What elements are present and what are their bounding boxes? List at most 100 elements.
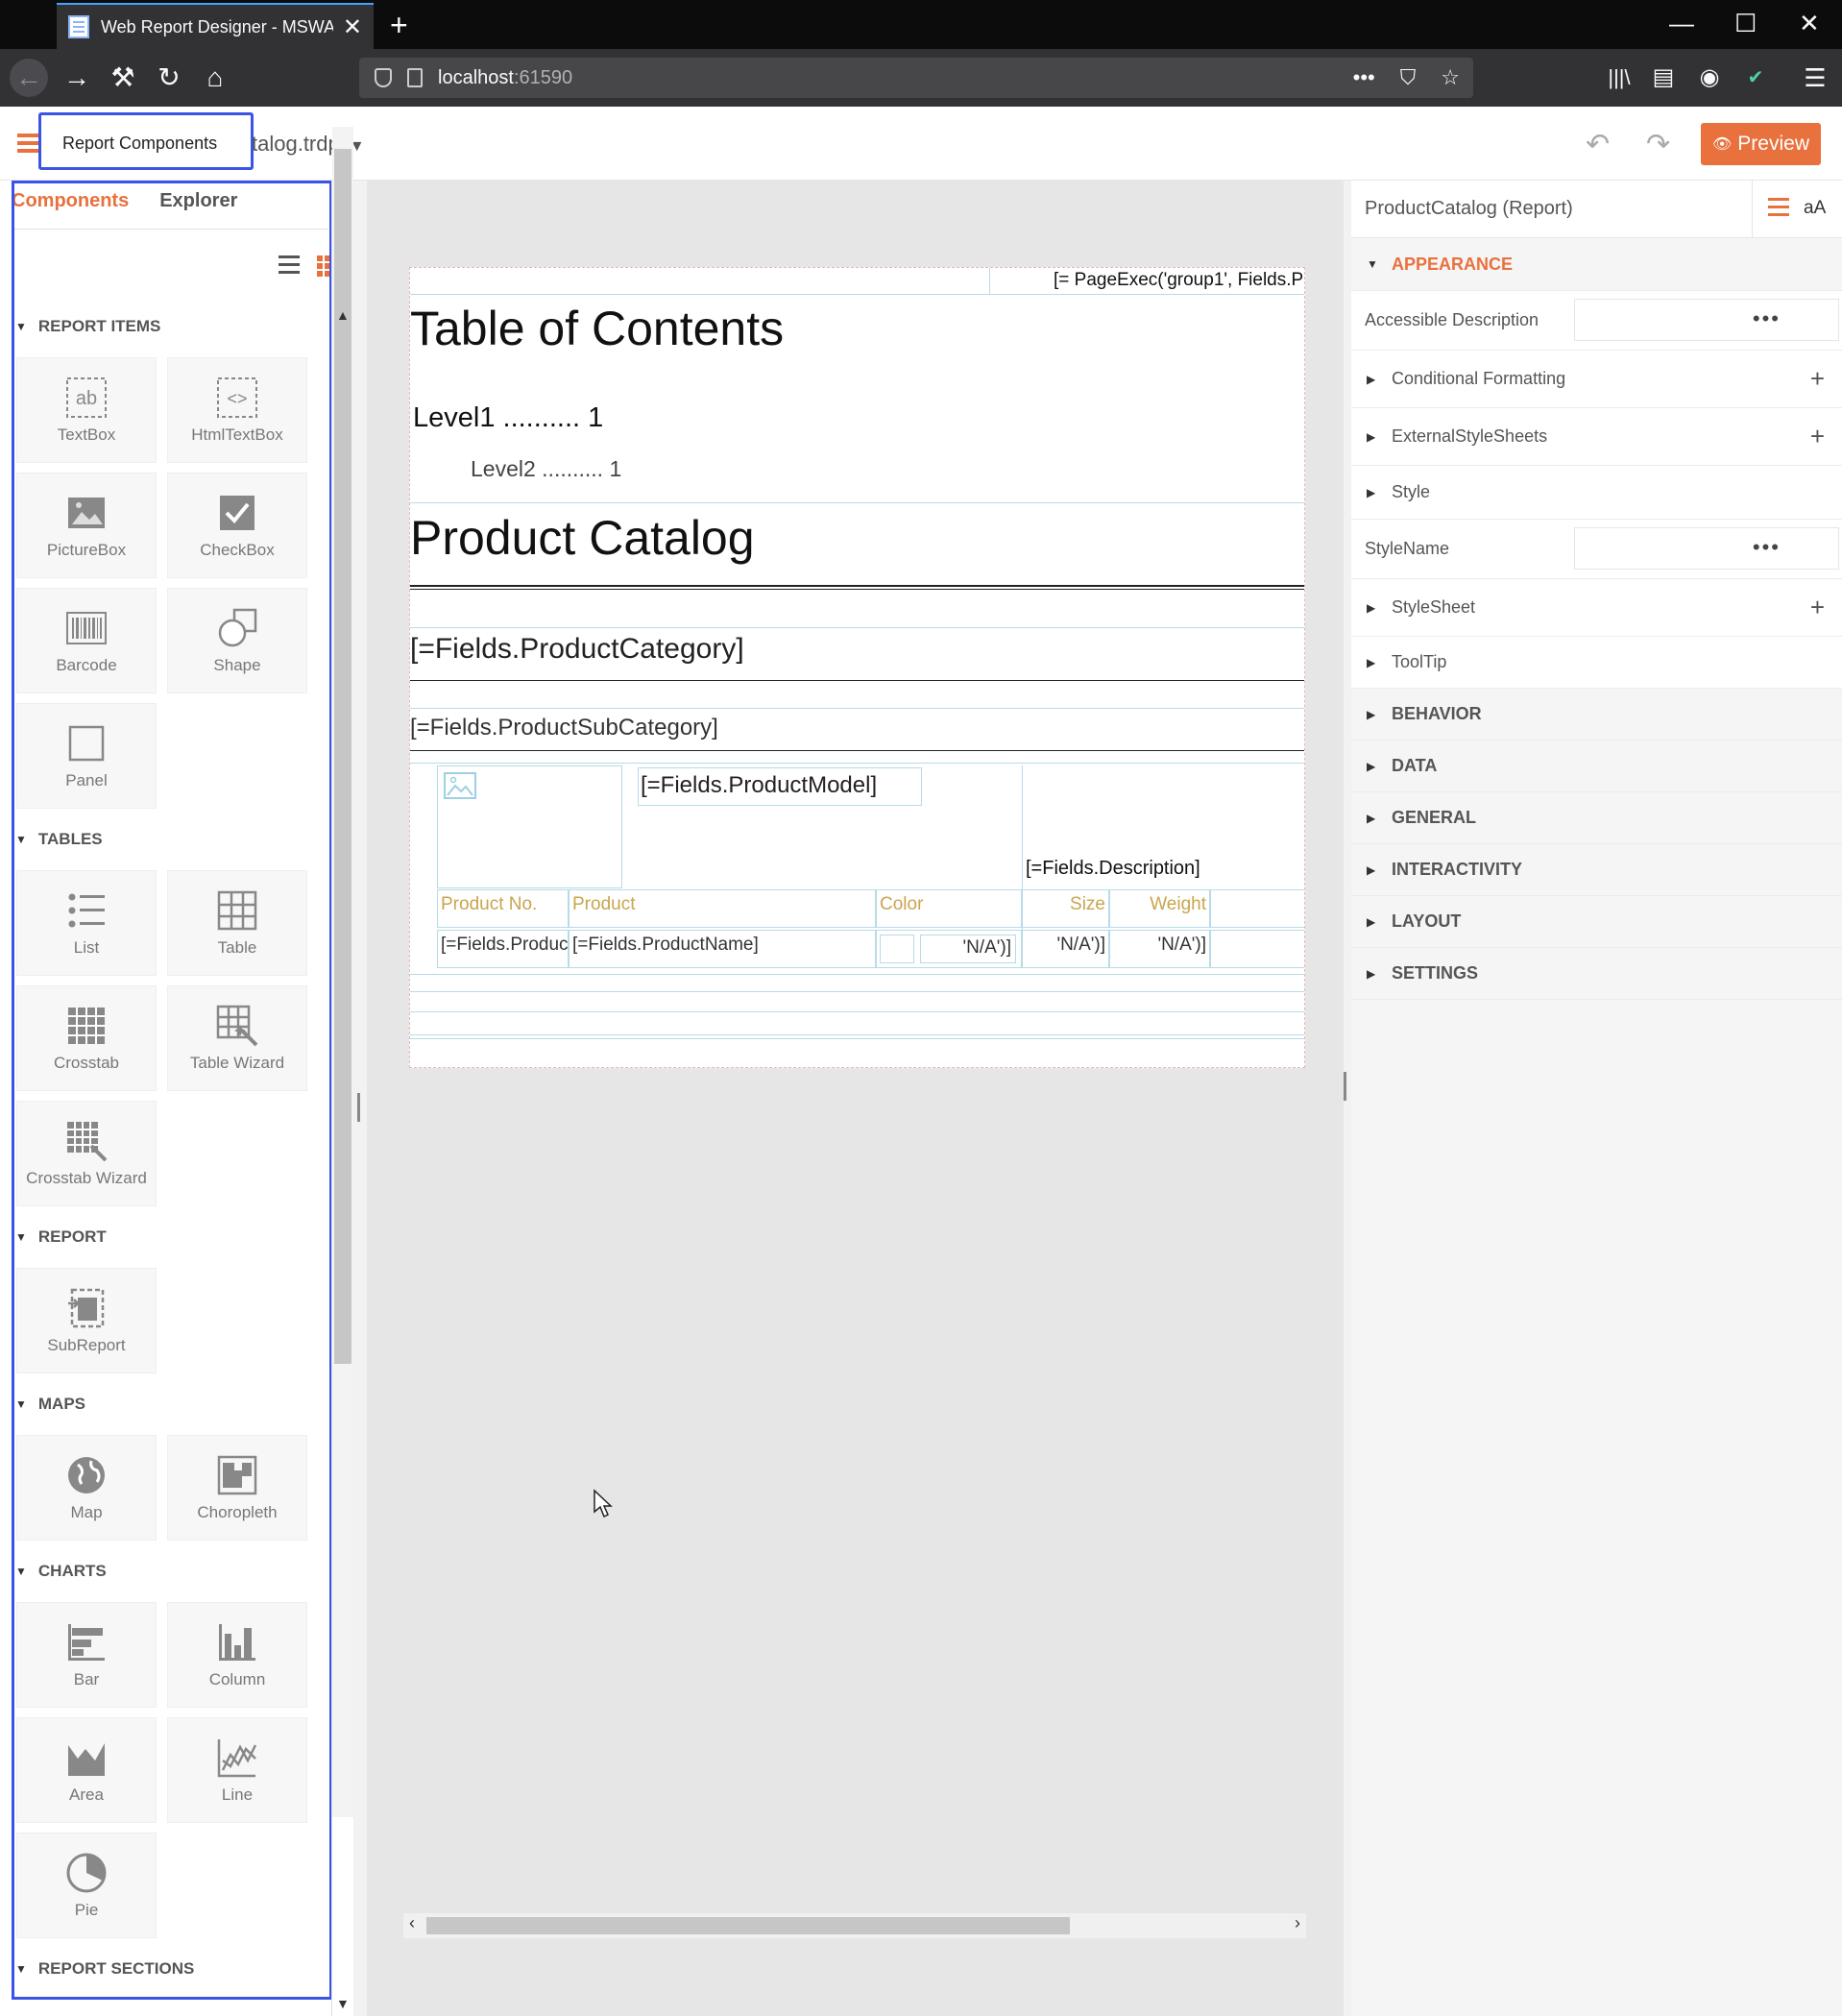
property-stylesheet[interactable]: ▶ StyleSheet + xyxy=(1351,579,1842,637)
horizontal-scroll-thumb[interactable] xyxy=(426,1917,1070,1934)
wrench-icon[interactable]: ⚒ xyxy=(104,59,142,97)
pocket-icon[interactable]: ⛉ xyxy=(1400,65,1417,90)
table-header-cell[interactable]: Weight xyxy=(1109,889,1210,928)
account-icon[interactable]: ◉ xyxy=(1690,59,1729,97)
address-bar[interactable]: localhost :61590 ••• ⛉ ☆ xyxy=(359,58,1473,98)
component-pie-chart[interactable]: Pie xyxy=(16,1833,157,1938)
alphabetical-view-icon[interactable]: aA xyxy=(1804,198,1826,219)
table-cell[interactable]: 'N/A')] xyxy=(1022,930,1109,968)
undo-button[interactable]: ↶ xyxy=(1586,128,1610,161)
category-appearance[interactable]: ▼ APPEARANCE xyxy=(1351,238,1842,291)
back-button[interactable]: ← xyxy=(10,59,48,97)
main-menu-icon[interactable] xyxy=(17,134,38,153)
category-layout[interactable]: ▶ LAYOUT xyxy=(1351,896,1842,948)
toc-level2[interactable]: Level2 .......... 1 xyxy=(471,456,621,482)
component-subreport[interactable]: SubReport xyxy=(16,1268,157,1373)
table-cell[interactable]: 'N/A')] xyxy=(876,930,1022,968)
components-scroll-thumb[interactable] xyxy=(334,149,351,1364)
left-splitter[interactable] xyxy=(353,181,367,2016)
category-interactivity[interactable]: ▶ INTERACTIVITY xyxy=(1351,844,1842,896)
home-button[interactable]: ⌂ xyxy=(196,59,234,97)
subcategory-field[interactable]: [=Fields.ProductSubCategory] xyxy=(410,715,718,741)
product-model-field[interactable]: [=Fields.ProductModel] xyxy=(638,767,922,806)
category-behavior[interactable]: ▶ BEHAVIOR xyxy=(1351,689,1842,741)
accessible-description-input[interactable]: ••• xyxy=(1574,299,1839,341)
tracking-shield-icon[interactable] xyxy=(375,68,392,87)
description-field[interactable]: [=Fields.Description] xyxy=(1026,858,1200,880)
property-style[interactable]: ▶ Style xyxy=(1351,466,1842,520)
toc-title[interactable]: Table of Contents xyxy=(410,301,784,356)
component-table-wizard[interactable]: Table Wizard xyxy=(167,985,307,1091)
close-window-button[interactable]: ✕ xyxy=(1799,8,1820,38)
component-panel[interactable]: Panel xyxy=(16,703,157,809)
property-conditional-formatting[interactable]: ▶ Conditional Formatting + xyxy=(1351,351,1842,408)
scroll-right-icon[interactable]: › xyxy=(1295,1913,1300,1933)
section-charts[interactable]: ▼ CHARTS xyxy=(15,1562,107,1581)
page-header-expression[interactable]: [= PageExec('group1', Fields.Pro xyxy=(1054,270,1304,291)
table-cell[interactable]: 'N/A')] xyxy=(1109,930,1210,968)
library-icon[interactable]: |||\ xyxy=(1600,59,1638,97)
category-general[interactable]: ▶ GENERAL xyxy=(1351,792,1842,844)
extension-icon[interactable]: ✔ xyxy=(1736,59,1775,97)
component-checkbox[interactable]: CheckBox xyxy=(167,473,307,578)
category-data[interactable]: ▶ DATA xyxy=(1351,741,1842,792)
grid-view-icon[interactable] xyxy=(317,255,331,277)
section-report[interactable]: ▼ REPORT xyxy=(15,1227,107,1247)
toc-level1[interactable]: Level1 .......... 1 xyxy=(413,402,603,434)
right-splitter[interactable] xyxy=(1344,181,1351,2016)
maximize-window-button[interactable]: ☐ xyxy=(1734,8,1757,38)
list-view-icon[interactable] xyxy=(279,255,300,275)
table-header-cell[interactable]: Product xyxy=(569,889,876,928)
sidebar-icon[interactable]: ▤ xyxy=(1644,59,1683,97)
tab-explorer[interactable]: Explorer xyxy=(159,190,237,212)
scroll-up-icon[interactable]: ▲ xyxy=(336,307,350,323)
component-list[interactable]: List xyxy=(16,870,157,976)
section-report-sections[interactable]: ▼ REPORT SECTIONS xyxy=(15,1959,194,1979)
component-crosstab[interactable]: Crosstab xyxy=(16,985,157,1091)
scroll-down-icon[interactable]: ▼ xyxy=(336,1996,350,2011)
canvas-horizontal-scrollbar[interactable]: ‹ › xyxy=(403,1913,1306,1938)
component-crosstab-wizard[interactable]: Crosstab Wizard xyxy=(16,1101,157,1206)
component-area-chart[interactable]: Area xyxy=(16,1717,157,1823)
stylename-input[interactable]: ••• xyxy=(1574,527,1839,570)
forward-button[interactable]: → xyxy=(58,59,96,97)
component-bar-chart[interactable]: Bar xyxy=(16,1602,157,1708)
component-shape[interactable]: Shape xyxy=(167,588,307,693)
reload-button[interactable]: ↻ xyxy=(150,59,188,97)
page-info-icon[interactable] xyxy=(407,68,423,87)
add-icon[interactable]: + xyxy=(1810,422,1825,451)
component-map[interactable]: Map xyxy=(16,1435,157,1541)
redo-button[interactable]: ↷ xyxy=(1646,128,1670,161)
minimize-window-button[interactable]: — xyxy=(1669,8,1694,38)
section-report-items[interactable]: ▼ REPORT ITEMS xyxy=(15,317,160,336)
component-line-chart[interactable]: Line xyxy=(167,1717,307,1823)
menu-icon[interactable]: ☰ xyxy=(1796,59,1834,97)
property-tooltip[interactable]: ▶ ToolTip xyxy=(1351,637,1842,689)
table-header-cell[interactable]: Product No. xyxy=(437,889,569,928)
scroll-left-icon[interactable]: ‹ xyxy=(409,1913,415,1933)
table-cell[interactable]: [=Fields.Produc xyxy=(437,930,569,968)
close-tab-icon[interactable]: ✕ xyxy=(343,13,362,41)
component-picturebox[interactable]: PictureBox xyxy=(16,473,157,578)
component-htmltextbox[interactable]: <> HtmlTextBox xyxy=(167,357,307,463)
report-page[interactable]: [= PageExec('group1', Fields.Pro Table o… xyxy=(409,267,1305,1068)
new-tab-button[interactable]: + xyxy=(390,8,408,42)
bookmark-star-icon[interactable]: ☆ xyxy=(1441,65,1460,90)
table-header-cell[interactable]: Color xyxy=(876,889,1022,928)
category-settings[interactable]: ▶ SETTINGS xyxy=(1351,948,1842,1000)
table-cell[interactable] xyxy=(1210,930,1304,968)
section-tables[interactable]: ▼ TABLES xyxy=(15,830,103,849)
category-field[interactable]: [=Fields.ProductCategory] xyxy=(410,633,744,666)
page-actions-icon[interactable]: ••• xyxy=(1353,65,1375,90)
browser-tab[interactable]: Web Report Designer - MSWA... ✕ xyxy=(57,3,374,49)
component-textbox[interactable]: ab TextBox xyxy=(16,357,157,463)
preview-button[interactable]: 👁 Preview xyxy=(1701,123,1821,165)
categorized-view-icon[interactable] xyxy=(1768,198,1789,219)
section-maps[interactable]: ▼ MAPS xyxy=(15,1395,85,1414)
table-cell[interactable]: [=Fields.ProductName] xyxy=(569,930,876,968)
picturebox-placeholder[interactable] xyxy=(437,765,622,888)
table-header-cell[interactable] xyxy=(1210,889,1304,928)
add-icon[interactable]: + xyxy=(1810,593,1825,622)
table-header-cell[interactable]: Size xyxy=(1022,889,1109,928)
component-barcode[interactable]: Barcode xyxy=(16,588,157,693)
